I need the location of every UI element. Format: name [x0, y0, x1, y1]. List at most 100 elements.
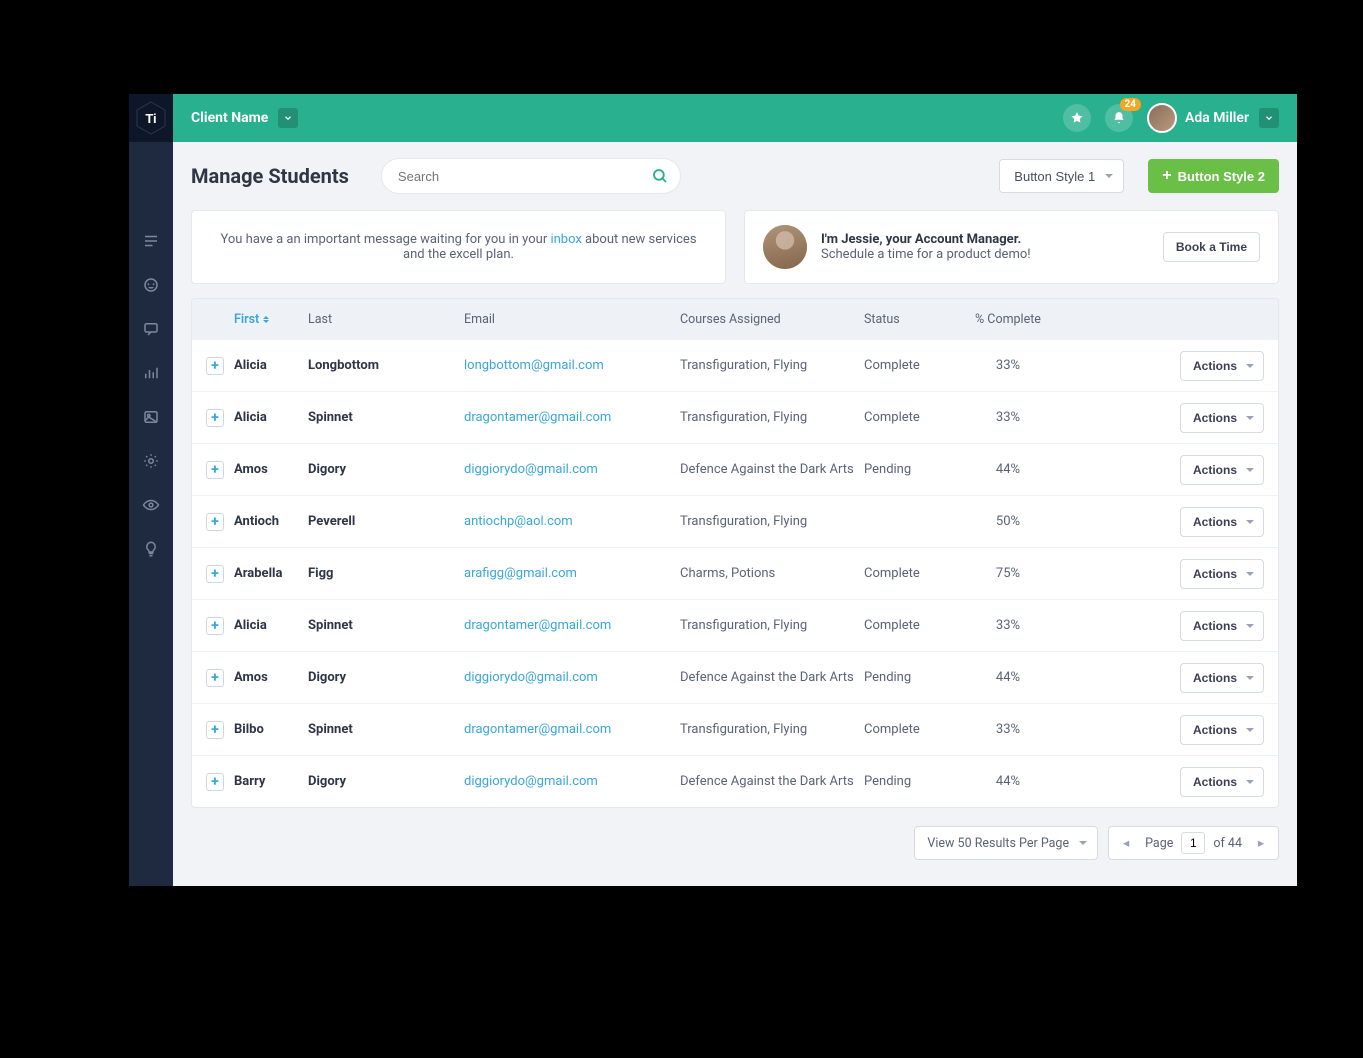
cell-courses: Defence Against the Dark Arts	[680, 774, 864, 789]
cell-status: Pending	[864, 462, 952, 477]
cell-status: Pending	[864, 774, 952, 789]
user-menu-button[interactable]	[1259, 108, 1279, 128]
book-time-button[interactable]: Book a Time	[1163, 232, 1260, 262]
cell-complete: 44%	[952, 462, 1064, 477]
cell-email[interactable]: dragontamer@gmail.com	[464, 722, 680, 737]
page-input[interactable]	[1181, 832, 1205, 854]
actions-button[interactable]: Actions	[1180, 351, 1264, 381]
sidebar: Ti	[129, 94, 173, 886]
banner-pre: You have a an important message waiting …	[220, 232, 550, 247]
cell-email[interactable]: arafigg@gmail.com	[464, 566, 680, 581]
avatar[interactable]	[1147, 103, 1177, 133]
cell-status: Complete	[864, 410, 952, 425]
nav-list-icon[interactable]	[142, 232, 160, 250]
actions-button[interactable]: Actions	[1180, 455, 1264, 485]
cell-last: Digory	[308, 774, 464, 789]
nav-cat-icon[interactable]	[142, 276, 160, 294]
cell-email[interactable]: dragontamer@gmail.com	[464, 410, 680, 425]
star-icon[interactable]	[1063, 104, 1091, 132]
cell-last: Figg	[308, 566, 464, 581]
actions-button[interactable]: Actions	[1180, 403, 1264, 433]
col-complete[interactable]: % Complete	[952, 312, 1064, 327]
expand-button[interactable]: +	[206, 357, 224, 375]
search-wrap	[381, 158, 681, 194]
nav-gear-icon[interactable]	[142, 452, 160, 470]
cell-status: Complete	[864, 722, 952, 737]
actions-button[interactable]: Actions	[1180, 663, 1264, 693]
actions-button[interactable]: Actions	[1180, 715, 1264, 745]
next-page-button[interactable]: ▸	[1250, 832, 1272, 854]
bell-icon[interactable]: 24	[1105, 104, 1133, 132]
manager-avatar	[763, 225, 807, 269]
cell-status: Pending	[864, 670, 952, 685]
button-style-1[interactable]: Button Style 1	[999, 159, 1124, 193]
plus-icon: +	[1162, 168, 1171, 184]
cell-status: Complete	[864, 618, 952, 633]
main: Client Name 24 Ada Miller Manage Student…	[173, 94, 1297, 886]
table-row: +AntiochPeverellantiochp@aol.comTransfig…	[192, 495, 1278, 547]
cell-email[interactable]: dragontamer@gmail.com	[464, 618, 680, 633]
col-last[interactable]: Last	[308, 312, 464, 327]
nav-chat-icon[interactable]	[142, 320, 160, 338]
svg-text:Ti: Ti	[145, 111, 156, 126]
cell-courses: Transfiguration, Flying	[680, 410, 864, 425]
cell-courses: Defence Against the Dark Arts	[680, 462, 864, 477]
col-courses[interactable]: Courses Assigned	[680, 312, 864, 327]
actions-button[interactable]: Actions	[1180, 559, 1264, 589]
cell-last: Digory	[308, 670, 464, 685]
cell-courses: Transfiguration, Flying	[680, 618, 864, 633]
cell-complete: 44%	[952, 670, 1064, 685]
expand-button[interactable]: +	[206, 617, 224, 635]
client-switch-button[interactable]	[278, 108, 298, 128]
students-table: First Last Email Courses Assigned Status…	[191, 298, 1279, 808]
toolbar: Manage Students Button Style 1 +Button S…	[173, 142, 1297, 210]
cell-courses: Charms, Potions	[680, 566, 864, 581]
cell-email[interactable]: longbottom@gmail.com	[464, 358, 680, 373]
col-first[interactable]: First	[234, 312, 308, 327]
cell-courses: Transfiguration, Flying	[680, 358, 864, 373]
nav-eye-icon[interactable]	[142, 496, 160, 514]
cell-email[interactable]: diggiorydo@gmail.com	[464, 462, 680, 477]
logo: Ti	[129, 94, 173, 142]
cell-email[interactable]: diggiorydo@gmail.com	[464, 670, 680, 685]
nav-chart-icon[interactable]	[142, 364, 160, 382]
cell-courses: Defence Against the Dark Arts	[680, 670, 864, 685]
cell-last: Spinnet	[308, 618, 464, 633]
page-total: of 44	[1213, 836, 1242, 851]
sort-icon	[263, 313, 269, 326]
table-row: +BarryDigorydiggiorydo@gmail.comDefence …	[192, 755, 1278, 807]
search-input[interactable]	[381, 158, 681, 194]
per-page-select[interactable]: View 50 Results Per Page	[914, 826, 1098, 860]
nav	[142, 232, 160, 558]
cell-last: Digory	[308, 462, 464, 477]
expand-button[interactable]: +	[206, 565, 224, 583]
prev-page-button[interactable]: ◂	[1115, 832, 1137, 854]
expand-button[interactable]: +	[206, 721, 224, 739]
banner-link[interactable]: inbox	[550, 232, 581, 247]
expand-button[interactable]: +	[206, 409, 224, 427]
expand-button[interactable]: +	[206, 461, 224, 479]
search-icon	[651, 167, 669, 185]
expand-button[interactable]: +	[206, 669, 224, 687]
cell-first: Bilbo	[234, 722, 308, 737]
actions-button[interactable]: Actions	[1180, 767, 1264, 797]
cell-courses: Transfiguration, Flying	[680, 722, 864, 737]
col-email[interactable]: Email	[464, 312, 680, 327]
expand-button[interactable]: +	[206, 773, 224, 791]
table-header: First Last Email Courses Assigned Status…	[192, 299, 1278, 339]
actions-button[interactable]: Actions	[1180, 611, 1264, 641]
table-body: +AliciaLongbottomlongbottom@gmail.comTra…	[192, 339, 1278, 807]
manager-card: I'm Jessie, your Account Manager. Schedu…	[744, 210, 1279, 284]
nav-image-icon[interactable]	[142, 408, 160, 426]
expand-button[interactable]: +	[206, 513, 224, 531]
cell-email[interactable]: antiochp@aol.com	[464, 514, 680, 529]
cell-email[interactable]: diggiorydo@gmail.com	[464, 774, 680, 789]
col-status[interactable]: Status	[864, 312, 952, 327]
nav-bulb-icon[interactable]	[142, 540, 160, 558]
cell-last: Spinnet	[308, 722, 464, 737]
banner-row: You have a an important message waiting …	[173, 210, 1297, 298]
table-row: +ArabellaFiggarafigg@gmail.comCharms, Po…	[192, 547, 1278, 599]
cell-first: Alicia	[234, 358, 308, 373]
button-style-2[interactable]: +Button Style 2	[1148, 159, 1279, 193]
actions-button[interactable]: Actions	[1180, 507, 1264, 537]
